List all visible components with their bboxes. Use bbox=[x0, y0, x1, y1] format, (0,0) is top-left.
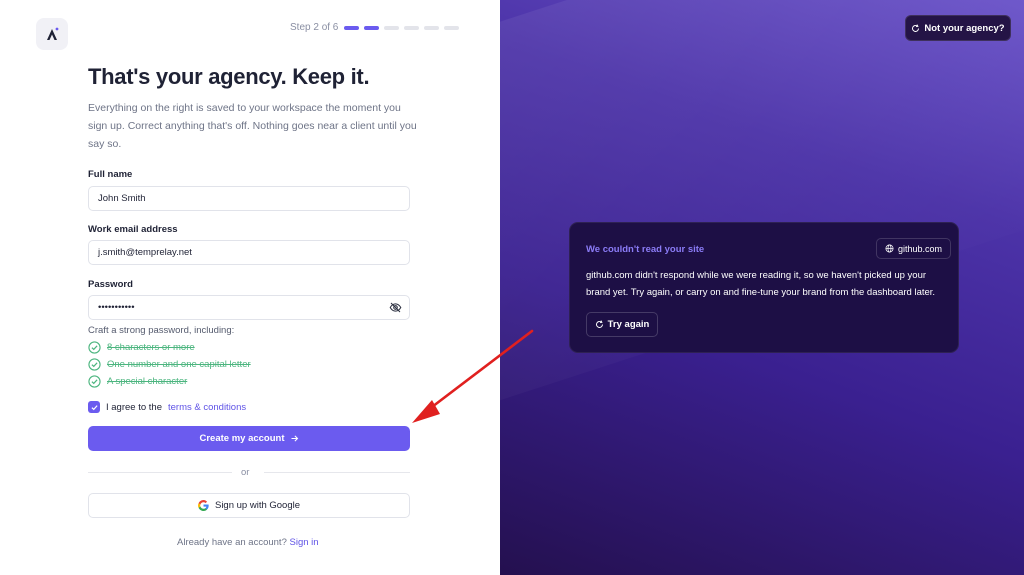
password-requirement: One number and one capital letter bbox=[88, 358, 251, 371]
try-again-label: Try again bbox=[607, 319, 650, 330]
refresh-icon bbox=[595, 320, 603, 328]
password-requirement: A special character bbox=[88, 375, 187, 388]
email-input[interactable]: j.smith@temprelay.net bbox=[88, 240, 410, 265]
page-title: That's your agency. Keep it. bbox=[88, 64, 370, 89]
password-requirement-text: 8 characters or more bbox=[107, 342, 195, 353]
signin-link[interactable]: Sign in bbox=[290, 537, 319, 548]
source-badge[interactable]: github.com bbox=[876, 238, 952, 259]
page-subtitle: Everything on the right is saved to your… bbox=[88, 102, 417, 150]
signin-prompt: Already have an account? Sign in bbox=[177, 537, 319, 548]
site-error-card: We couldn't read your site github.com gi… bbox=[569, 222, 959, 353]
password-requirement-text: One number and one capital letter bbox=[107, 359, 251, 370]
not-your-agency-label: Not your agency? bbox=[924, 22, 1005, 34]
email-label: Work email address bbox=[88, 224, 178, 235]
card-title: We couldn't read your site bbox=[586, 244, 705, 255]
step-dot bbox=[384, 26, 399, 30]
password-requirement: 8 characters or more bbox=[88, 341, 195, 354]
divider bbox=[88, 472, 232, 473]
check-circle-icon bbox=[88, 375, 101, 388]
google-icon bbox=[197, 500, 209, 511]
step-dot bbox=[364, 26, 379, 30]
password-label: Password bbox=[88, 279, 133, 290]
password-requirement-text: A special character bbox=[107, 376, 188, 387]
google-signup-button[interactable]: Sign up with Google bbox=[88, 493, 410, 518]
not-your-agency-button[interactable]: Not your agency? bbox=[905, 15, 1011, 41]
eye-off-icon[interactable] bbox=[389, 301, 402, 314]
step-dot bbox=[444, 26, 459, 30]
card-body: github.com didn't respond while we were … bbox=[586, 270, 936, 298]
terms-link[interactable]: terms & conditions bbox=[168, 402, 246, 413]
try-again-button[interactable]: Try again bbox=[586, 312, 658, 337]
step-dot bbox=[404, 26, 419, 30]
refresh-icon bbox=[912, 23, 920, 32]
divider bbox=[264, 472, 410, 473]
create-account-label: Create my account bbox=[199, 433, 285, 444]
source-domain: github.com bbox=[898, 243, 943, 254]
password-requirements-title: Craft a strong password, including: bbox=[88, 325, 235, 336]
logo-icon[interactable] bbox=[36, 18, 68, 50]
step-dot bbox=[424, 26, 439, 30]
terms-checkbox[interactable] bbox=[88, 401, 100, 413]
step-dot bbox=[344, 26, 359, 30]
step-progress bbox=[344, 26, 459, 30]
google-signup-label: Sign up with Google bbox=[214, 500, 301, 511]
check-circle-icon bbox=[88, 358, 101, 371]
globe-icon bbox=[885, 244, 894, 253]
step-indicator-text: Step 2 of 6 bbox=[290, 22, 339, 33]
signin-prompt-text: Already have an account? bbox=[177, 537, 287, 548]
check-circle-icon bbox=[88, 341, 101, 354]
terms-prefix: I agree to the bbox=[106, 401, 162, 413]
full-name-label: Full name bbox=[88, 169, 133, 180]
full-name-input[interactable]: John Smith bbox=[88, 186, 410, 211]
or-separator: or bbox=[241, 467, 250, 478]
password-input[interactable]: ••••••••••• bbox=[88, 295, 410, 320]
arrow-right-icon bbox=[291, 435, 298, 442]
checkbox-check-icon bbox=[90, 404, 98, 410]
signup-panel: Step 2 of 6 That's your agency. Keep it.… bbox=[0, 0, 500, 575]
terms-agreement: I agree to the terms & conditions bbox=[88, 401, 246, 413]
create-account-button[interactable]: Create my account bbox=[88, 426, 410, 451]
